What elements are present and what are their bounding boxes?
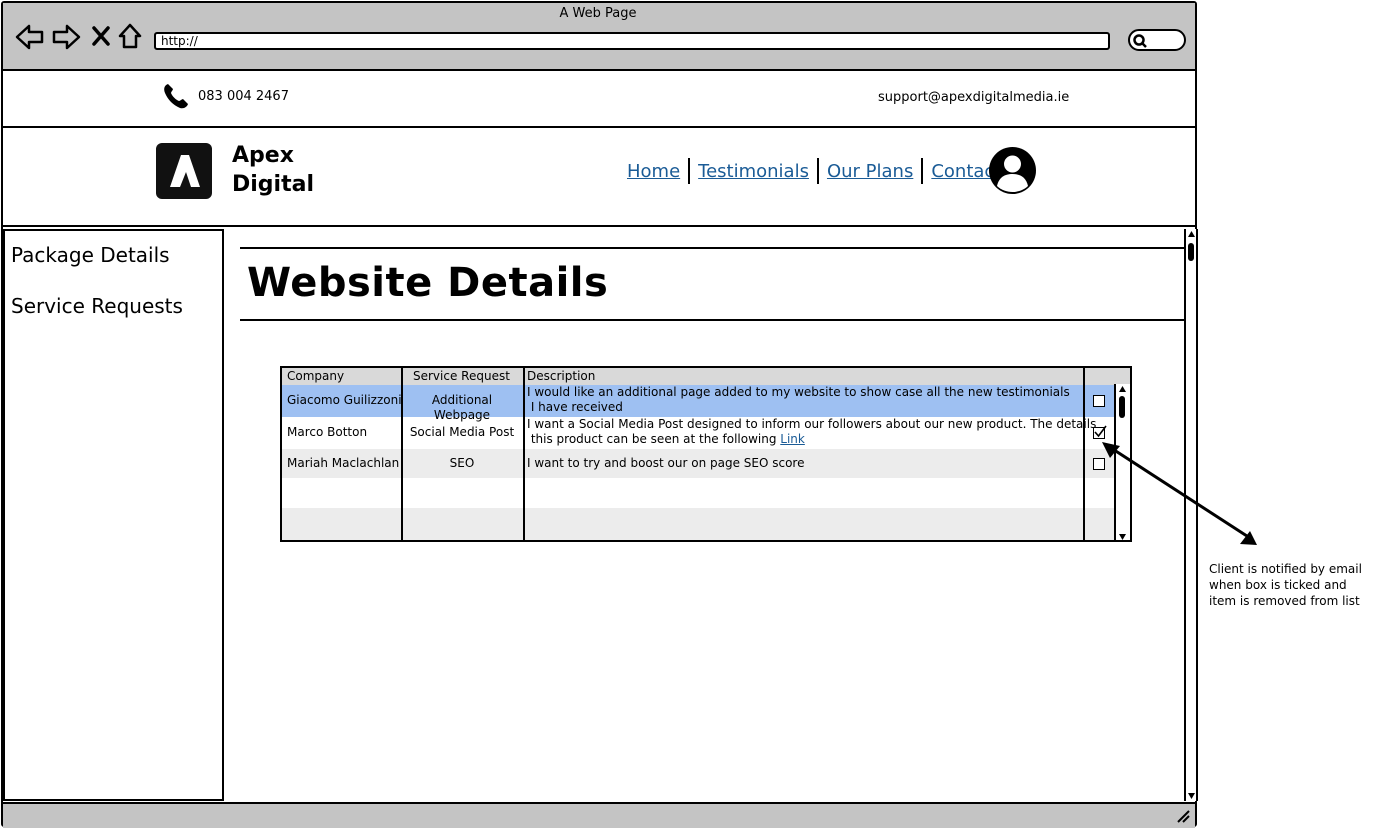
scroll-down-icon[interactable] xyxy=(1187,792,1196,800)
cell-description-line1: I would like an additional page added to… xyxy=(527,385,1070,399)
table-row[interactable]: Mariah Maclachlan SEO I want to try and … xyxy=(282,449,1130,478)
annotation-note: Client is notified by email when box is … xyxy=(1209,562,1362,608)
brand-name: Apex Digital xyxy=(232,141,314,199)
column-header-service-request[interactable]: Service Request xyxy=(413,369,510,384)
apex-logo[interactable] xyxy=(156,143,212,199)
search-icon xyxy=(1133,34,1147,48)
status-bar xyxy=(3,802,1195,828)
browser-search-field[interactable] xyxy=(1128,29,1186,51)
sidebar-item-service-requests[interactable]: Service Requests xyxy=(11,294,183,318)
table-scroll-thumb[interactable] xyxy=(1119,396,1125,418)
cell-description-line2: this product can be seen at the followin… xyxy=(527,432,805,447)
service-requests-table: Company Service Request Description Giac… xyxy=(280,366,1132,542)
nav-home[interactable]: Home xyxy=(627,161,688,182)
table-row[interactable]: Marco Botton Social Media Post I want a … xyxy=(282,417,1130,449)
brand-line-2: Digital xyxy=(232,172,314,197)
back-arrow-icon[interactable] xyxy=(14,22,46,52)
page-title: Website Details xyxy=(247,260,609,306)
column-divider xyxy=(1083,368,1085,540)
scroll-up-icon[interactable] xyxy=(1187,230,1196,238)
table-header-row xyxy=(282,368,1130,385)
cell-description-line2: I have received xyxy=(527,400,623,414)
complete-checkbox-checked[interactable] xyxy=(1093,425,1107,439)
sidebar: Package Details Service Requests xyxy=(3,229,224,801)
main-nav: Home Testimonials Our Plans Contact xyxy=(627,156,1009,186)
column-header-company[interactable]: Company xyxy=(287,369,344,384)
table-row-empty xyxy=(282,508,1130,540)
page-scroll-thumb[interactable] xyxy=(1188,243,1194,261)
url-input[interactable]: http:// xyxy=(154,32,1110,50)
column-divider xyxy=(401,368,403,540)
home-icon[interactable] xyxy=(117,22,143,50)
table-row-empty xyxy=(282,478,1130,508)
cell-description-line1: I want a Social Media Post designed to i… xyxy=(527,417,1097,431)
column-header-description[interactable]: Description xyxy=(527,369,595,384)
cell-service: SEO xyxy=(449,456,475,470)
cell-company: Giacomo Guilizzoni xyxy=(287,393,402,407)
table-row[interactable]: Giacomo Guilizzoni Additional Webpage I … xyxy=(282,385,1130,422)
scroll-up-icon[interactable] xyxy=(1118,385,1127,393)
nav-testimonials[interactable]: Testimonials xyxy=(690,161,817,182)
resize-grip-icon[interactable] xyxy=(1175,809,1191,823)
cell-description-line1: I want to try and boost our on page SEO … xyxy=(527,456,805,470)
window-title: A Web Page xyxy=(559,6,637,21)
details-link[interactable]: Link xyxy=(780,432,805,446)
cell-description-text: this product can be seen at the followin… xyxy=(527,432,777,446)
sidebar-item-package-details[interactable]: Package Details xyxy=(11,243,170,267)
cell-service: Social Media Post xyxy=(409,425,515,439)
support-email[interactable]: support@apexdigitalmedia.ie xyxy=(878,90,1069,105)
nav-our-plans[interactable]: Our Plans xyxy=(819,161,921,182)
column-divider xyxy=(523,368,525,540)
checkmark-icon xyxy=(1094,425,1107,438)
phone-icon xyxy=(164,84,188,109)
brand-line-1: Apex xyxy=(232,143,294,168)
logo-a-mark xyxy=(170,155,200,187)
user-avatar-icon[interactable] xyxy=(988,146,1037,195)
forward-arrow-icon[interactable] xyxy=(50,22,82,52)
cell-company: Mariah Maclachlan xyxy=(287,456,400,470)
phone-number: 083 004 2467 xyxy=(198,89,289,104)
close-x-icon[interactable] xyxy=(90,24,112,48)
heading-rule-top xyxy=(240,247,1184,249)
annotation-arrow xyxy=(1102,442,1257,545)
heading-rule-bottom xyxy=(240,319,1184,321)
complete-checkbox[interactable] xyxy=(1093,395,1105,407)
cell-company: Marco Botton xyxy=(287,425,368,439)
